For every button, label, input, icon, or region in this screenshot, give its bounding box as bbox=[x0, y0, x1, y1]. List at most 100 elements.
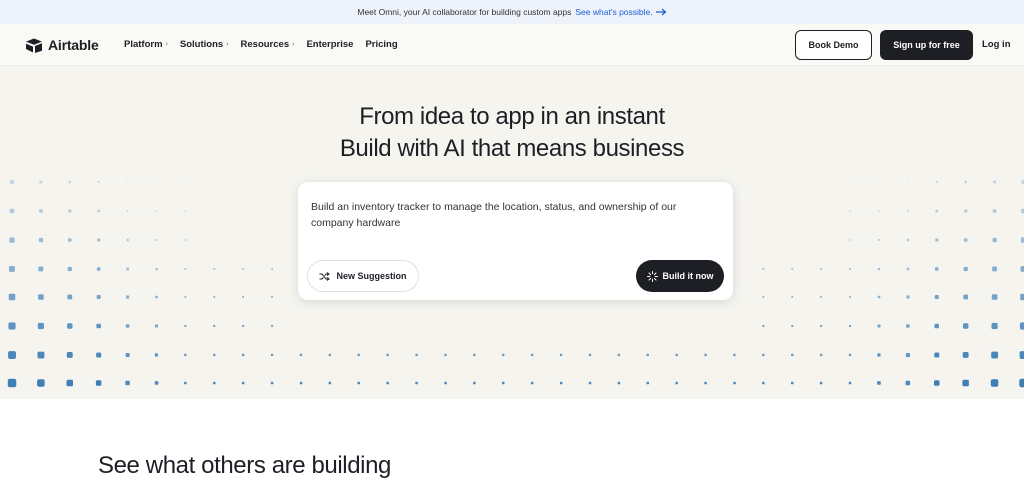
decorative-dot bbox=[992, 237, 997, 243]
decorative-dot bbox=[1020, 266, 1024, 272]
decorative-dot bbox=[155, 295, 158, 299]
decorative-dot bbox=[964, 180, 967, 184]
decorative-dot bbox=[213, 324, 216, 327]
decorative-dot bbox=[934, 323, 939, 329]
decorative-dot bbox=[242, 324, 245, 327]
decorative-dot bbox=[934, 295, 939, 299]
decorative-dot bbox=[905, 353, 910, 358]
prompt-card: Build an inventory tracker to manage the… bbox=[298, 182, 733, 300]
prompt-input[interactable]: Build an inventory tracker to manage the… bbox=[311, 199, 721, 231]
decorative-dot bbox=[66, 352, 73, 358]
decorative-dot bbox=[126, 295, 130, 299]
decorative-dot bbox=[415, 353, 418, 357]
menu-item-solutions[interactable]: Solutions › bbox=[180, 39, 229, 50]
decorative-dot bbox=[155, 267, 158, 271]
decorative-dot bbox=[991, 322, 998, 330]
top-navigation: Airtable Platform › Solutions › Resource… bbox=[0, 24, 1024, 66]
decorative-dot bbox=[934, 380, 940, 386]
decorative-dot bbox=[992, 209, 997, 213]
decorative-dot bbox=[906, 295, 910, 299]
decorative-dot bbox=[68, 238, 72, 242]
arrow-right-icon bbox=[655, 8, 667, 16]
decorative-dot bbox=[154, 381, 159, 385]
decorative-dot bbox=[96, 295, 101, 299]
decorative-dot bbox=[675, 353, 678, 357]
decorative-dot bbox=[271, 324, 274, 327]
decorative-dot bbox=[184, 210, 187, 212]
menu-item-enterprise[interactable]: Enterprise bbox=[306, 39, 353, 50]
decorative-dot bbox=[444, 353, 447, 357]
menu-item-resources[interactable]: Resources › bbox=[241, 39, 295, 50]
menu-item-pricing[interactable]: Pricing bbox=[365, 39, 397, 50]
decorative-dot bbox=[502, 353, 505, 357]
new-suggestion-button[interactable]: New Suggestion bbox=[307, 260, 419, 292]
decorative-dot bbox=[733, 381, 736, 385]
hero-title-line-2: Build with AI that means business bbox=[339, 135, 685, 162]
decorative-dot bbox=[9, 266, 15, 272]
decorative-dot bbox=[530, 381, 534, 385]
decorative-dot bbox=[184, 181, 186, 183]
decorative-dot bbox=[991, 351, 999, 359]
decorative-dot bbox=[39, 180, 43, 184]
spinner-icon bbox=[646, 270, 658, 282]
decorative-dot bbox=[877, 353, 881, 357]
shuffle-icon bbox=[319, 271, 331, 281]
decorative-dot bbox=[877, 295, 881, 299]
decorative-dot bbox=[242, 353, 245, 357]
decorative-dot bbox=[762, 381, 765, 385]
decorative-dot bbox=[646, 353, 649, 357]
signup-button[interactable]: Sign up for free bbox=[880, 30, 973, 60]
decorative-dot bbox=[37, 379, 45, 387]
decorative-dot bbox=[184, 353, 187, 357]
decorative-dot bbox=[97, 238, 101, 242]
decorative-dot bbox=[96, 352, 102, 358]
decorative-dot bbox=[299, 381, 303, 385]
decorative-dot bbox=[67, 323, 73, 329]
decorative-dot bbox=[704, 381, 707, 385]
brand-logo[interactable]: Airtable bbox=[25, 37, 99, 53]
decorative-dot bbox=[819, 381, 823, 385]
book-demo-button[interactable]: Book Demo bbox=[795, 30, 872, 60]
decorative-dot bbox=[962, 379, 969, 387]
decorative-dot bbox=[820, 353, 823, 357]
decorative-dot bbox=[963, 238, 968, 242]
decorative-dot bbox=[184, 239, 187, 241]
decorative-dot bbox=[675, 381, 678, 385]
decorative-dot bbox=[733, 353, 736, 357]
build-it-now-label: Build it now bbox=[662, 271, 714, 281]
decorative-dot bbox=[386, 381, 389, 385]
decorative-dot bbox=[849, 296, 851, 298]
decorative-dot bbox=[67, 266, 72, 272]
decorative-dot bbox=[617, 353, 620, 357]
decorative-dot bbox=[963, 294, 969, 300]
login-link[interactable]: Log in bbox=[982, 39, 1011, 50]
decorative-dot bbox=[155, 210, 158, 212]
menu-item-platform[interactable]: Platform › bbox=[124, 39, 168, 50]
decorative-dot bbox=[126, 181, 129, 183]
decorative-dot bbox=[993, 180, 997, 184]
decorative-dot bbox=[154, 353, 159, 357]
decorative-dot bbox=[96, 323, 101, 329]
section-title: See what others are building bbox=[98, 452, 391, 479]
banner-link[interactable]: See what's possible. bbox=[575, 7, 667, 17]
decorative-dot bbox=[184, 324, 187, 327]
decorative-dot bbox=[559, 353, 563, 357]
decorative-dot bbox=[849, 239, 851, 241]
decorative-dot bbox=[8, 322, 16, 330]
decorative-dot bbox=[68, 180, 71, 184]
decorative-dot bbox=[849, 181, 851, 183]
decorative-dot bbox=[444, 381, 447, 385]
decorative-dot bbox=[878, 239, 880, 241]
menu-label: Solutions bbox=[179, 39, 224, 50]
decorative-dot bbox=[97, 209, 100, 213]
announcement-banner: Meet Omni, your AI collaborator for buil… bbox=[0, 0, 1024, 24]
decorative-dot bbox=[184, 296, 187, 298]
decorative-dot bbox=[849, 210, 851, 212]
decorative-dot bbox=[878, 181, 880, 183]
decorative-dot bbox=[126, 267, 129, 271]
decorative-dot bbox=[242, 268, 245, 270]
build-it-now-button[interactable]: Build it now bbox=[636, 260, 724, 292]
decorative-dot bbox=[184, 268, 187, 270]
decorative-dot bbox=[935, 238, 939, 242]
decorative-dot bbox=[155, 324, 158, 328]
